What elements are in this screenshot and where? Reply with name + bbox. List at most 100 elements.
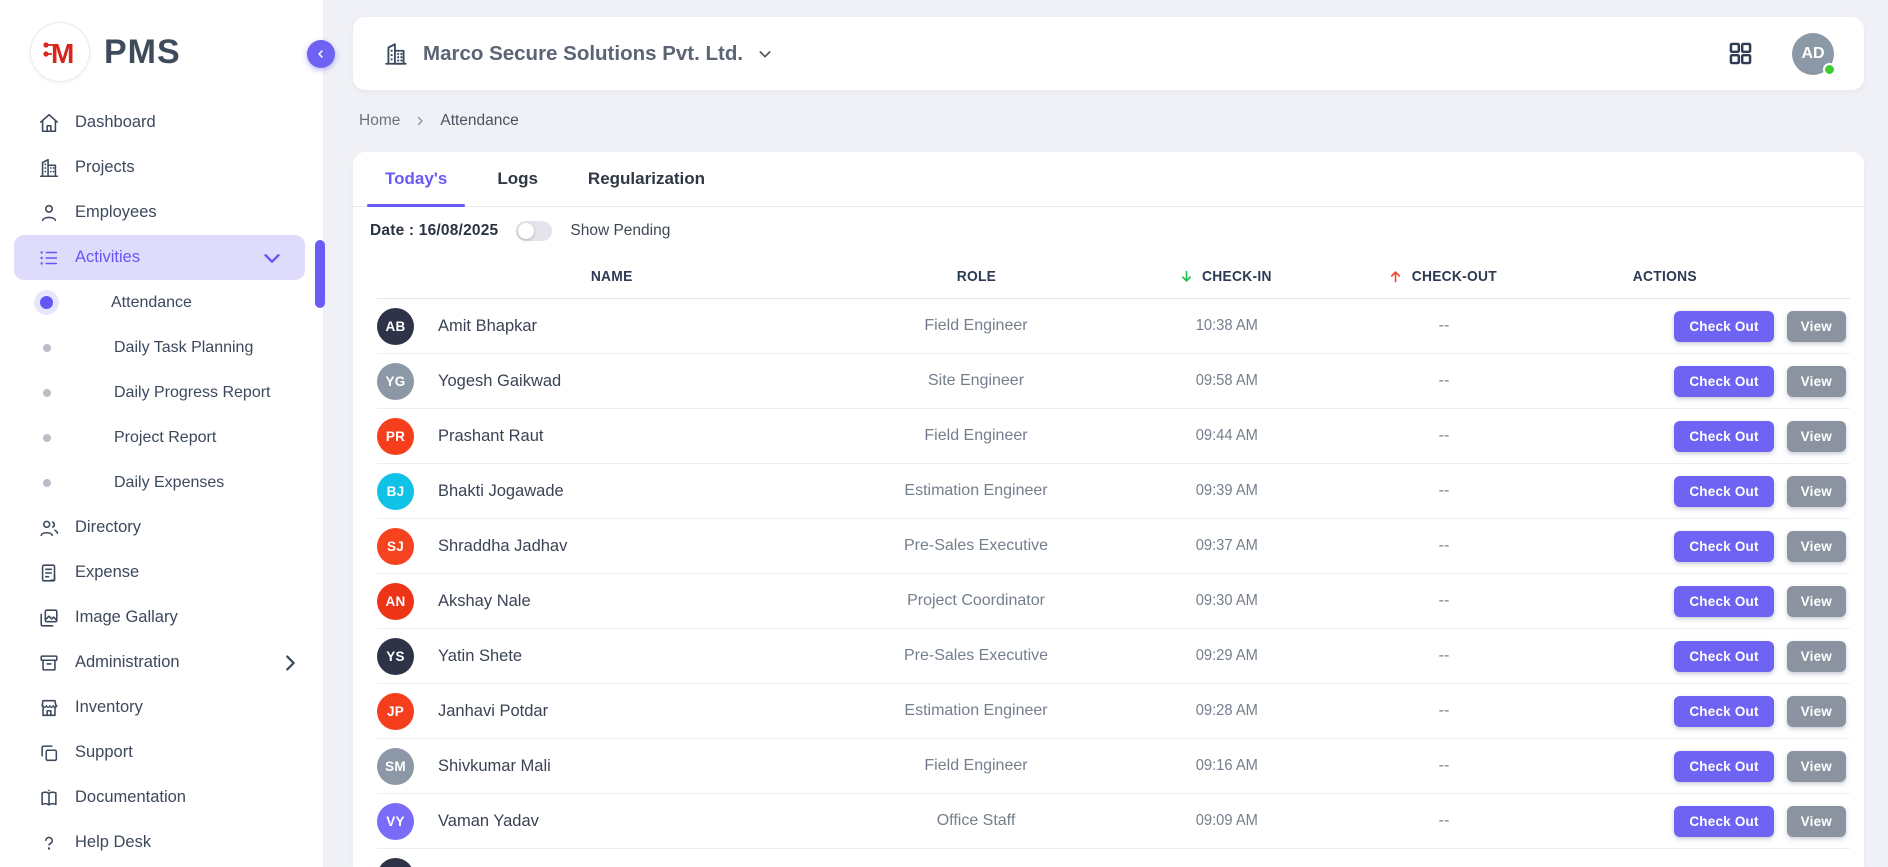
sidebar-item-daily-task-planning[interactable]: Daily Task Planning [0,325,323,370]
apps-grid-icon[interactable] [1727,40,1754,67]
breadcrumb-home[interactable]: Home [359,112,400,130]
check-out-button[interactable]: Check Out [1674,586,1773,617]
employee-name: Yatin Shete [438,647,522,666]
col-header-checkin[interactable]: CHECK-IN [1105,268,1349,285]
chevron-right-icon [279,652,301,674]
check-out-value: -- [1349,372,1539,390]
check-out-button[interactable]: Check Out [1674,806,1773,837]
table-row: AN Akshay Nale Project Coordinator 09:30… [377,574,1850,629]
check-out-button[interactable]: Check Out [1674,751,1773,782]
col-header-role[interactable]: ROLE [847,268,1105,285]
table-row: SJ Shraddha Jadhav Pre-Sales Executive 0… [377,519,1850,574]
employee-role: Field Engineer [847,757,1105,775]
chevron-down-icon [261,247,283,269]
check-out-button[interactable]: Check Out [1674,311,1773,342]
sidebar-item-attendance[interactable]: Attendance [0,280,323,325]
col-header-checkout[interactable]: CHECK-OUT [1349,268,1539,285]
chevron-left-icon [315,48,327,60]
sidebar-item-expense[interactable]: Expense [0,550,323,595]
employee-name: Janhavi Potdar [438,702,548,721]
view-button[interactable]: View [1787,421,1846,452]
image-icon [38,607,60,629]
sidebar-item-employees[interactable]: Employees [0,190,323,235]
sidebar-item-documentation[interactable]: Documentation [0,775,323,820]
employee-role: Field Engineer [847,317,1105,335]
sidebar-item-directory[interactable]: Directory [0,505,323,550]
bullet-icon [43,479,51,487]
check-out-button[interactable]: Check Out [1674,641,1773,672]
view-button[interactable]: View [1787,366,1846,397]
avatar: JP [377,693,414,730]
check-out-button[interactable]: Check Out [1674,476,1773,507]
view-button[interactable]: View [1787,586,1846,617]
view-button[interactable]: View [1787,696,1846,727]
sidebar-item-project-report[interactable]: Project Report [0,415,323,460]
view-button[interactable]: View [1787,311,1846,342]
employee-role: Office Staff [847,812,1105,830]
check-out-button[interactable]: Check Out [1674,366,1773,397]
sidebar-item-projects[interactable]: Projects [0,145,323,190]
view-button[interactable]: View [1787,751,1846,782]
online-status-dot [1823,63,1836,76]
table-row: YG Yogesh Gaikwad Site Engineer 09:58 AM… [377,354,1850,409]
sidebar-item-support[interactable]: Support [0,730,323,775]
sidebar-item-daily-progress-report[interactable]: Daily Progress Report [0,370,323,415]
check-out-value: -- [1349,482,1539,500]
show-pending-label: Show Pending [570,222,670,240]
sidebar-item-administration[interactable]: Administration [0,640,323,685]
tab-regularization[interactable]: Regularization [570,152,723,206]
list-icon [38,247,60,269]
check-out-value: -- [1349,647,1539,665]
view-button[interactable]: View [1787,531,1846,562]
check-in-time: 10:38 AM [1105,317,1349,335]
receipt-icon [38,562,60,584]
employee-role: Pre-Sales Executive [847,647,1105,665]
bullet-icon [43,434,51,442]
avatar: BJ [377,473,414,510]
sidebar-item-daily-expenses[interactable]: Daily Expenses [0,460,323,505]
check-out-value: -- [1349,812,1539,830]
company-logo: M [30,22,90,82]
app-title: PMS [104,33,181,72]
avatar [377,858,414,867]
store-icon [38,697,60,719]
sidebar-item-dashboard[interactable]: Dashboard [0,100,323,145]
building-icon [383,41,409,67]
table-row [377,849,1850,867]
sidebar-item-image-gallary[interactable]: Image Gallary [0,595,323,640]
user-initials: AD [1801,45,1824,63]
show-pending-toggle[interactable] [516,221,552,241]
bullet-icon [40,296,53,309]
employee-role: Pre-Sales Executive [847,537,1105,555]
tab-logs[interactable]: Logs [479,152,556,206]
avatar: SM [377,748,414,785]
view-button[interactable]: View [1787,476,1846,507]
employee-name: Shraddha Jadhav [438,537,567,556]
check-out-button[interactable]: Check Out [1674,421,1773,452]
sidebar-item-help-desk[interactable]: Help Desk [0,820,323,865]
view-button[interactable]: View [1787,806,1846,837]
col-header-name[interactable]: NAME [377,268,847,285]
check-out-value: -- [1349,537,1539,555]
employee-role: Field Engineer [847,427,1105,445]
sidebar-item-activities[interactable]: Activities [14,235,305,280]
tab-today-s[interactable]: Today's [367,152,465,206]
avatar: SJ [377,528,414,565]
check-out-button[interactable]: Check Out [1674,531,1773,562]
attendance-table: NAME ROLE CHECK-IN CHECK-OUT ACTIONS [377,255,1850,867]
table-row: VY Vaman Yadav Office Staff 09:09 AM -- … [377,794,1850,849]
sidebar-nav: Dashboard Projects Employees Activities … [0,100,323,865]
check-out-button[interactable]: Check Out [1674,696,1773,727]
sidebar-item-inventory[interactable]: Inventory [0,685,323,730]
table-row: SM Shivkumar Mali Field Engineer 09:16 A… [377,739,1850,794]
brand-header: M PMS [0,0,323,100]
view-button[interactable]: View [1787,641,1846,672]
check-out-value: -- [1349,757,1539,775]
attendance-panel: Today'sLogsRegularization Date : 16/08/2… [353,152,1864,867]
arrow-down-green-icon [1179,269,1194,284]
sidebar-collapse-button[interactable] [307,40,335,68]
table-row: AB Amit Bhapkar Field Engineer 10:38 AM … [377,299,1850,354]
check-in-time: 09:39 AM [1105,482,1349,500]
company-selector[interactable]: Marco Secure Solutions Pvt. Ltd. [383,41,773,67]
user-avatar[interactable]: AD [1792,33,1834,75]
